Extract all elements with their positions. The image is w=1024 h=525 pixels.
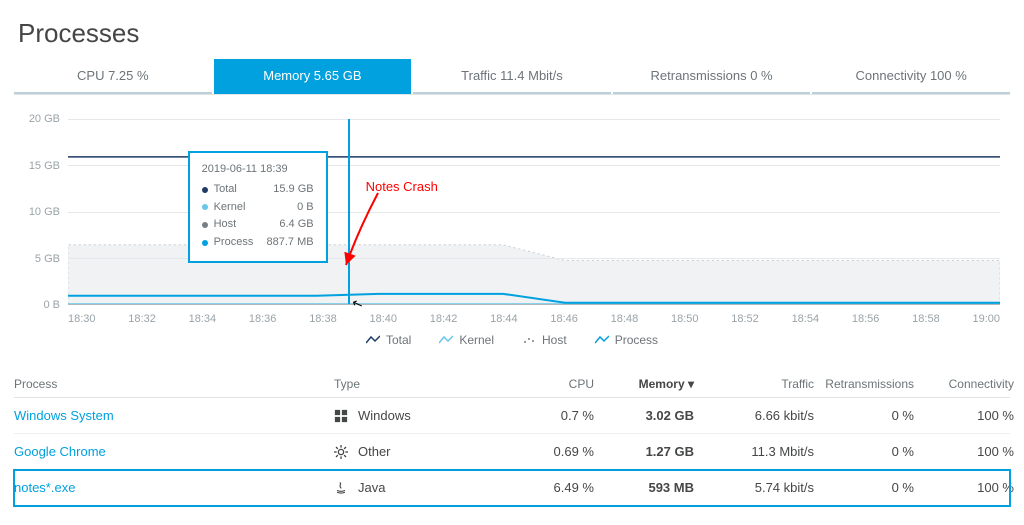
windows-icon	[334, 409, 348, 423]
chart-tooltip: 2019-06-11 18:39 Total15.9 GBKernel0 BHo…	[188, 151, 328, 263]
type-cell: Windows	[334, 408, 514, 423]
process-table: Process Type CPU Memory ▾ Traffic Retran…	[14, 371, 1010, 506]
tab-retransmissions[interactable]: Retransmissions 0 %	[613, 59, 811, 94]
type-cell: Java	[334, 480, 514, 495]
col-retransmissions[interactable]: Retransmissions	[814, 377, 914, 391]
type-cell: Other	[334, 444, 514, 459]
legend-total[interactable]: Total	[366, 333, 411, 347]
legend-host[interactable]: Host	[522, 333, 567, 347]
retrans-cell: 0 %	[814, 408, 914, 423]
tab-memory[interactable]: Memory 5.65 GB	[214, 59, 412, 94]
legend-process[interactable]: Process	[595, 333, 658, 347]
memory-cell: 593 MB	[594, 480, 694, 495]
table-row[interactable]: Google ChromeOther0.69 %1.27 GB11.3 Mbit…	[14, 434, 1010, 470]
gear-icon	[334, 445, 348, 459]
y-axis: 20 GB 15 GB 10 GB 5 GB 0 B	[14, 119, 60, 305]
col-traffic[interactable]: Traffic	[694, 377, 814, 391]
tab-traffic[interactable]: Traffic 11.4 Mbit/s	[413, 59, 611, 94]
x-axis: 18:3018:3218:3418:3618:3818:4018:4218:44…	[68, 313, 1000, 325]
legend-kernel[interactable]: Kernel	[439, 333, 494, 347]
process-link[interactable]: notes*.exe	[14, 480, 334, 495]
table-row[interactable]: notes*.exeJava6.49 %593 MB5.74 kbit/s0 %…	[14, 470, 1010, 506]
tab-connectivity[interactable]: Connectivity 100 %	[812, 59, 1010, 94]
table-row[interactable]: Windows SystemWindows0.7 %3.02 GB6.66 kb…	[14, 398, 1010, 434]
col-type[interactable]: Type	[334, 377, 514, 391]
java-icon	[334, 481, 348, 495]
traffic-cell: 6.66 kbit/s	[694, 408, 814, 423]
traffic-cell: 11.3 Mbit/s	[694, 444, 814, 459]
conn-cell: 100 %	[914, 480, 1014, 495]
table-header: Process Type CPU Memory ▾ Traffic Retran…	[14, 371, 1010, 398]
cpu-cell: 0.7 %	[514, 408, 594, 423]
memory-cell: 3.02 GB	[594, 408, 694, 423]
conn-cell: 100 %	[914, 408, 1014, 423]
process-link[interactable]: Google Chrome	[14, 444, 334, 459]
plot-area[interactable]: 2019-06-11 18:39 Total15.9 GBKernel0 BHo…	[68, 119, 1000, 305]
cpu-cell: 6.49 %	[514, 480, 594, 495]
col-memory[interactable]: Memory ▾	[594, 377, 694, 391]
col-connectivity[interactable]: Connectivity	[914, 377, 1014, 391]
memory-chart[interactable]: 20 GB 15 GB 10 GB 5 GB 0 B 2019-06-11 18…	[14, 101, 1010, 341]
traffic-cell: 5.74 kbit/s	[694, 480, 814, 495]
memory-cell: 1.27 GB	[594, 444, 694, 459]
chart-legend: Total Kernel Host Process	[14, 333, 1010, 347]
annotation-arrow	[338, 191, 398, 271]
tab-cpu[interactable]: CPU 7.25 %	[14, 59, 212, 94]
conn-cell: 100 %	[914, 444, 1014, 459]
col-cpu[interactable]: CPU	[514, 377, 594, 391]
process-link[interactable]: Windows System	[14, 408, 334, 423]
metric-tabs: CPU 7.25 % Memory 5.65 GB Traffic 11.4 M…	[14, 59, 1010, 95]
retrans-cell: 0 %	[814, 480, 914, 495]
retrans-cell: 0 %	[814, 444, 914, 459]
col-process[interactable]: Process	[14, 377, 334, 391]
page-title: Processes	[0, 18, 1024, 59]
cpu-cell: 0.69 %	[514, 444, 594, 459]
tooltip-time: 2019-06-11 18:39	[202, 163, 314, 175]
